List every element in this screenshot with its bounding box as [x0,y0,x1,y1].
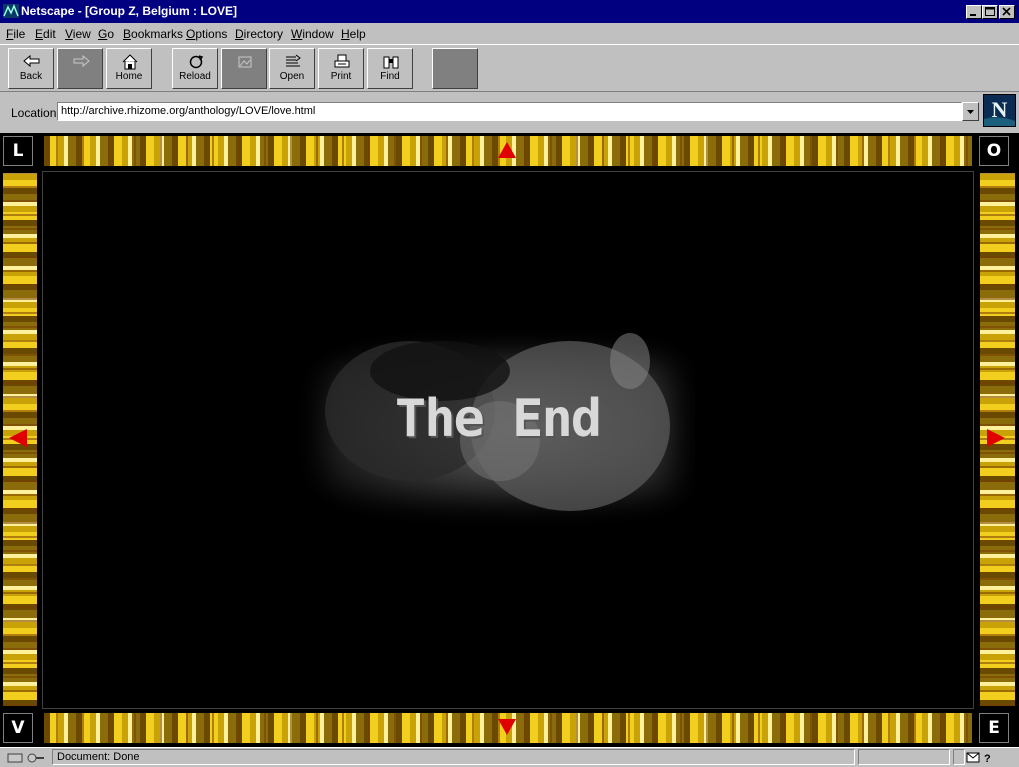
print-button[interactable]: Print [318,48,364,89]
menu-go[interactable]: Go [98,27,114,41]
printer-icon [334,54,350,68]
location-label: Location: [11,106,60,120]
close-button[interactable] [999,5,1015,19]
open-icon [286,54,301,67]
stop-button[interactable] [432,48,478,89]
progress-pane [858,749,950,765]
forward-arrow-icon [73,54,90,68]
the-end-caption: The End [394,389,602,449]
chevron-down-icon [967,110,974,114]
binoculars-icon [383,56,399,69]
corner-letter-v[interactable]: V [3,713,33,743]
find-button[interactable]: Find [367,48,413,89]
home-label: Home [115,71,143,82]
menu-file[interactable]: File [6,27,25,41]
images-button[interactable] [221,48,267,89]
menu-directory[interactable]: Directory [235,27,283,41]
maximize-button[interactable] [982,5,998,19]
corner-letter-e[interactable]: E [979,713,1009,743]
netscape-logo[interactable]: N [983,94,1016,127]
home-button[interactable]: Home [106,48,152,89]
left-arrow-icon[interactable] [8,428,28,448]
netscape-app-icon [3,4,19,18]
kiss-photo: The End [300,331,695,524]
menu-bookmarks[interactable]: Bookmarks [123,27,183,41]
toolbar: Back Home Reload Open Print Find [0,44,1019,92]
maximize-icon [985,7,995,16]
reload-icon [189,55,204,69]
home-icon [122,54,138,70]
menu-bar: File Edit View Go Bookmarks Options Dire… [0,24,1019,43]
minimize-button[interactable] [966,5,982,19]
menu-window[interactable]: Window [291,27,334,41]
right-arrow-icon[interactable] [986,428,1006,448]
netscape-n-icon: N [984,95,1015,126]
find-label: Find [380,71,400,82]
open-label: Open [279,71,305,82]
back-label: Back [19,71,43,82]
corner-letter-l[interactable]: L [3,136,33,166]
open-button[interactable]: Open [269,48,315,89]
back-arrow-icon [23,54,40,68]
status-text: Document: Done [52,749,855,765]
reload-button[interactable]: Reload [172,48,218,89]
status-pane-small [953,749,965,765]
back-button[interactable]: Back [8,48,54,89]
print-label: Print [330,71,352,82]
mail-icon[interactable]: ? [966,751,992,764]
down-arrow-icon[interactable] [497,718,517,736]
location-input[interactable]: http://archive.rhizome.org/anthology/LOV… [57,102,962,121]
up-arrow-icon[interactable] [497,141,517,159]
menu-help[interactable]: Help [341,27,366,41]
window-title: Netscape - [Group Z, Belgium : LOVE] [21,4,238,18]
menu-view[interactable]: View [65,27,91,41]
minimize-icon [970,14,976,16]
status-bar: Document: Done ? [0,747,1019,767]
security-key-icon [7,753,44,763]
menu-edit[interactable]: Edit [35,27,56,41]
svg-text:N: N [992,97,1008,122]
corner-letter-o[interactable]: O [979,136,1009,166]
page-content: L O V E The End [0,133,1019,747]
title-bar: Netscape - [Group Z, Belgium : LOVE] [0,0,1019,23]
location-bar: Location: http://archive.rhizome.org/ant… [0,93,1019,132]
close-icon [1002,7,1011,16]
reload-label: Reload [179,71,211,82]
images-icon [238,56,252,68]
menu-options[interactable]: Options [186,27,227,41]
svg-text:?: ? [984,753,991,764]
forward-button[interactable] [57,48,103,89]
location-dropdown-button[interactable] [962,102,979,121]
